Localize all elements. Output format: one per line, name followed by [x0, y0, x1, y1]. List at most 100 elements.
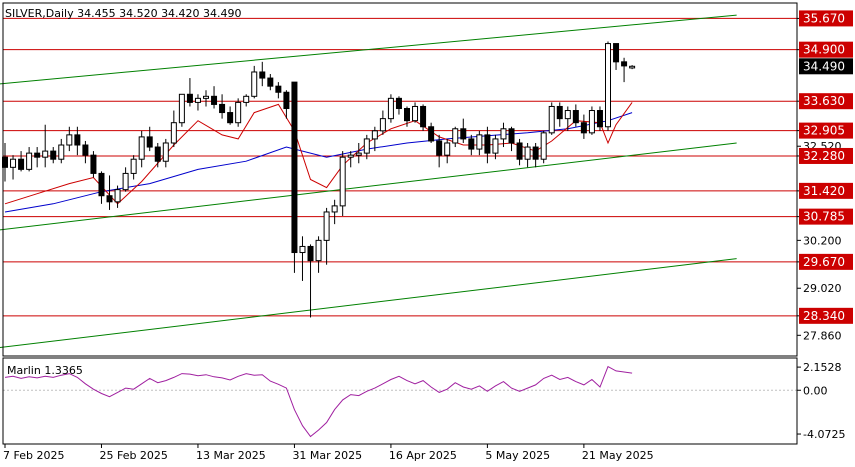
oscillator-label: Marlin 1.3365	[7, 364, 83, 377]
candle-body	[130, 158, 137, 174]
candle-body	[395, 97, 402, 109]
candle-body	[436, 140, 443, 156]
candle-body	[444, 142, 451, 156]
level-label: 32.280	[803, 149, 845, 163]
time-tick-label: 13 Mar 2025	[196, 449, 266, 462]
candle-body	[203, 95, 209, 99]
candle-body	[178, 93, 185, 124]
candle-body	[315, 239, 322, 262]
candle-body	[428, 126, 435, 142]
candle-body	[235, 101, 242, 124]
time-tick-label: 5 May 2025	[485, 449, 550, 462]
price-tick-label: 27.860	[803, 329, 842, 342]
candle-body	[34, 152, 41, 158]
candle-body	[74, 134, 81, 146]
candle-body	[106, 195, 113, 203]
level-label: 30.785	[803, 210, 845, 224]
oscillator-tick-label: 2.1528	[803, 361, 842, 374]
candle-body	[18, 158, 25, 170]
candle-body	[420, 105, 427, 128]
candle-body	[146, 136, 153, 148]
candle-body	[532, 146, 539, 160]
candle-body	[588, 110, 595, 134]
price-tick-label: 30.200	[803, 234, 842, 247]
candle-body	[50, 150, 57, 160]
oscillator-tick-label: 0.00	[803, 384, 828, 397]
candle-body	[82, 144, 89, 156]
candle-body	[548, 105, 555, 134]
candle-body	[540, 132, 547, 160]
candle-body	[267, 77, 274, 87]
candle-body	[596, 110, 603, 128]
candle-body	[114, 189, 121, 203]
level-label: 35.670	[803, 11, 845, 25]
candle-body	[194, 97, 201, 103]
level-label: 32.905	[803, 124, 845, 138]
candle-body	[227, 112, 234, 124]
candle-body	[154, 146, 161, 162]
candle-body	[42, 150, 49, 158]
candle-body	[211, 95, 218, 105]
candle-body	[404, 107, 410, 122]
chart-header: SILVER,Daily 34.455 34.520 34.420 34.490	[5, 7, 242, 20]
time-tick-label: 7 Feb 2025	[3, 449, 64, 462]
candle-body	[468, 138, 475, 150]
time-tick-label: 21 May 2025	[582, 449, 654, 462]
candle-body	[355, 152, 362, 156]
candle-body	[371, 130, 378, 140]
candle-body	[508, 128, 515, 144]
candle-body	[331, 205, 338, 213]
candle-body	[460, 128, 467, 140]
candle-body	[299, 245, 306, 254]
candle-body	[283, 91, 290, 109]
candle-body	[66, 134, 73, 146]
candle-body	[387, 97, 394, 120]
time-tick-label: 31 Mar 2025	[292, 449, 362, 462]
level-label: 29.670	[803, 255, 845, 269]
candle-body	[219, 103, 226, 114]
candle-body	[122, 172, 129, 191]
candle-body	[58, 144, 65, 160]
candle-body	[580, 122, 587, 134]
silver-daily-chart: 35.67034.90033.63032.90532.52032.28031.4…	[0, 0, 855, 467]
candle-body	[516, 142, 523, 160]
time-tick-label: 25 Feb 2025	[99, 449, 167, 462]
candle-body	[629, 65, 636, 69]
candle-body	[323, 211, 330, 241]
chart-background	[0, 0, 855, 467]
candle-body	[98, 172, 105, 197]
level-label: 33.630	[803, 94, 845, 108]
last-price-label: 34.490	[803, 59, 845, 73]
candle-body	[347, 154, 354, 158]
candle-body	[605, 43, 611, 128]
level-label: 31.420	[803, 184, 845, 198]
candle-body	[572, 110, 579, 124]
candle-body	[556, 105, 563, 120]
candle-body	[524, 146, 531, 160]
candle-body	[339, 156, 346, 207]
candle-body	[564, 110, 571, 120]
candle-body	[275, 85, 282, 93]
candle-body	[138, 136, 145, 160]
level-label: 34.900	[803, 43, 845, 57]
candle-body	[452, 128, 459, 144]
candle-body	[484, 134, 491, 154]
candle-body	[500, 128, 507, 140]
time-tick-label: 16 Apr 2025	[389, 449, 457, 462]
candle-body	[259, 71, 266, 79]
level-label: 28.340	[803, 309, 845, 323]
candle-body	[379, 118, 386, 132]
candle-body	[243, 95, 250, 103]
candle-body	[476, 134, 483, 150]
price-tick-label: 29.020	[803, 282, 842, 295]
candle-body	[90, 154, 97, 174]
candle-body	[492, 138, 499, 154]
candle-body	[26, 152, 33, 170]
candle-body	[363, 138, 370, 154]
oscillator-tick-label: -4.0725	[803, 428, 845, 441]
candle-body	[412, 105, 419, 122]
candle-body	[621, 61, 628, 67]
candle-body	[291, 81, 298, 254]
candle-body	[186, 93, 193, 103]
candle-body	[162, 142, 169, 162]
